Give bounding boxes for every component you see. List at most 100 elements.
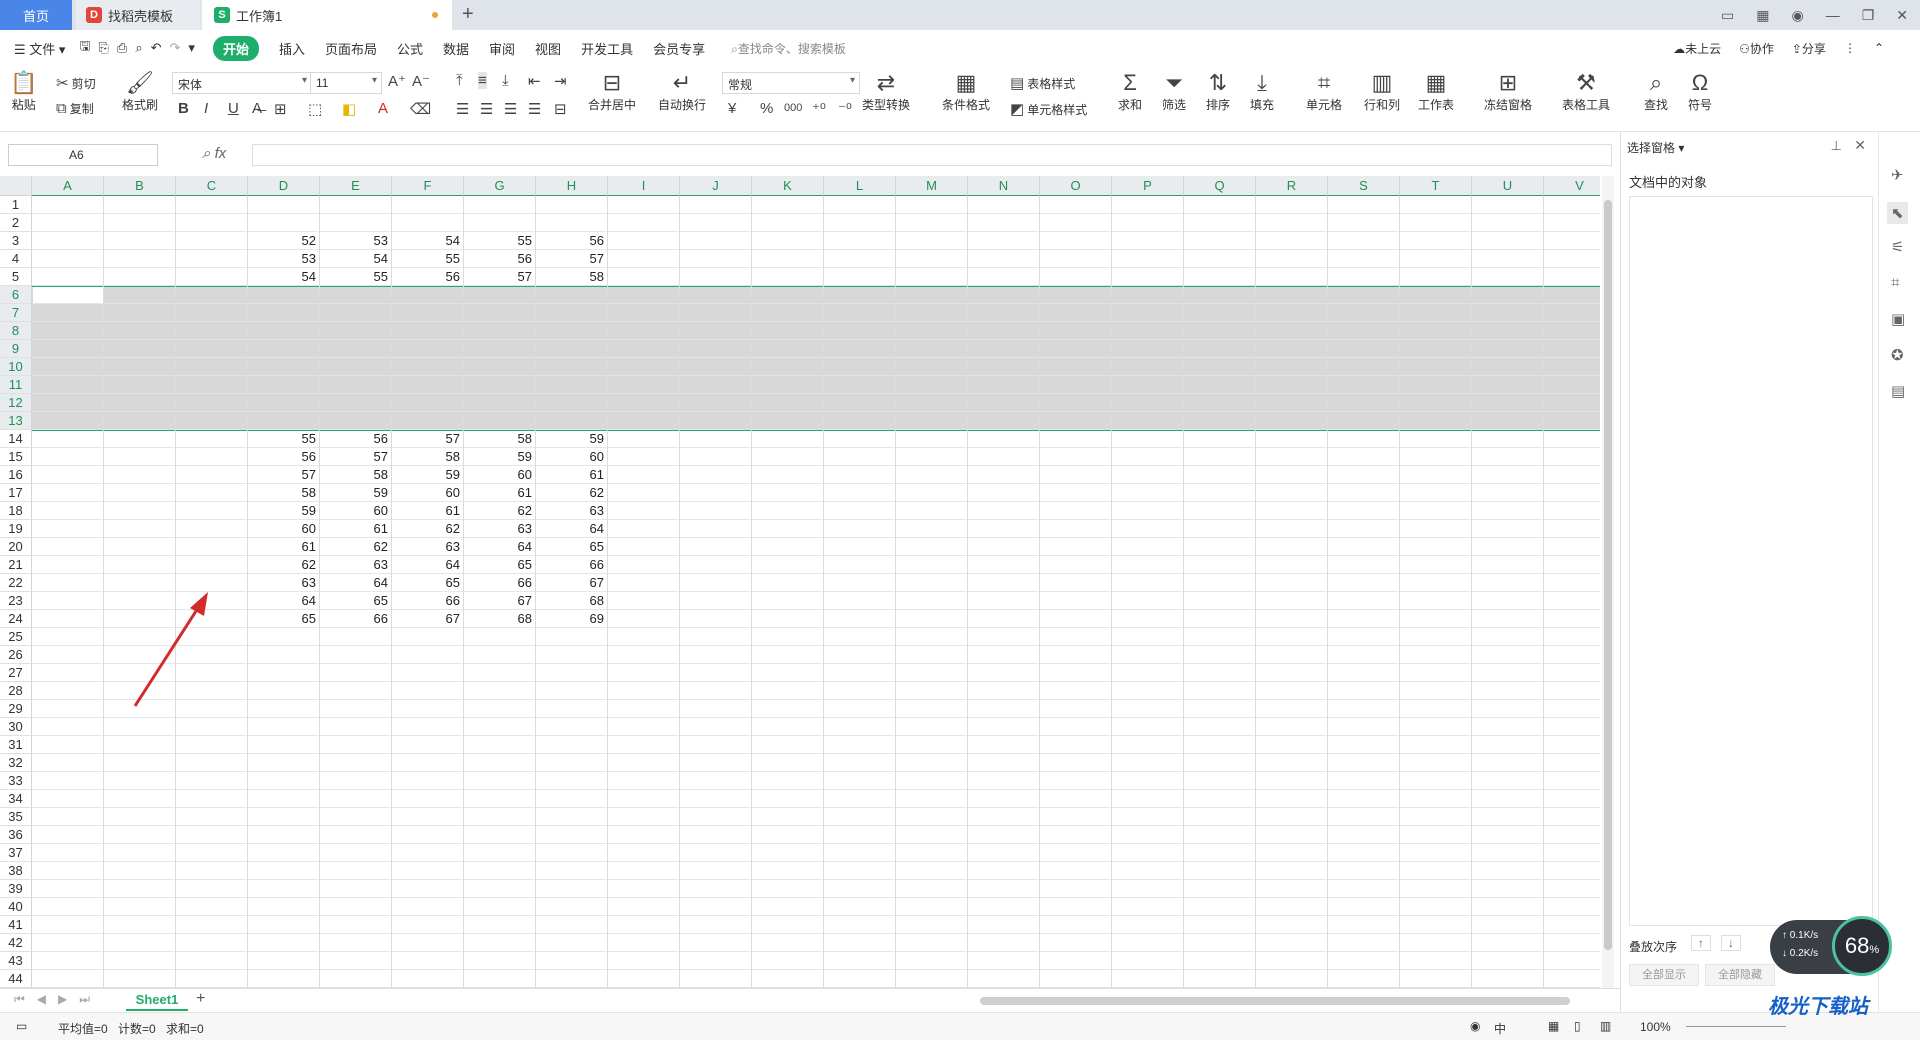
font-size-select[interactable]: 11	[310, 72, 382, 94]
eye-protect-icon[interactable]: ◉	[1470, 1019, 1480, 1033]
row-header-12[interactable]: 12	[0, 394, 32, 412]
image-icon[interactable]: ▣	[1891, 310, 1905, 328]
page-break-view-icon[interactable]: ▥	[1600, 1019, 1611, 1033]
formula-input[interactable]	[252, 144, 1612, 166]
column-header-U[interactable]: U	[1472, 176, 1544, 196]
column-header-M[interactable]: M	[896, 176, 968, 196]
zoom-formula-icon[interactable]: ⌕	[202, 145, 210, 162]
cell-G17[interactable]: 61	[464, 485, 532, 501]
row-header-16[interactable]: 16	[0, 466, 32, 484]
cell-E24[interactable]: 66	[320, 611, 388, 627]
find-button[interactable]: ⌕ 查找	[1644, 70, 1668, 113]
spreadsheet-grid[interactable]: A B C D E F G H I J K L M N O P Q R S T U V 1 2 3 4 5 6 7 8 9 10 11 12 13 1…	[0, 176, 1600, 988]
rows-cols-button[interactable]: ▥ 行和列	[1364, 70, 1400, 113]
cell-F17[interactable]: 60	[392, 485, 460, 501]
cell-G4[interactable]: 56	[464, 251, 532, 267]
cell-E20[interactable]: 62	[320, 539, 388, 555]
row-header-41[interactable]: 41	[0, 916, 32, 934]
cell-E23[interactable]: 65	[320, 593, 388, 609]
cell-E21[interactable]: 63	[320, 557, 388, 573]
cell-D3[interactable]: 52	[248, 233, 316, 249]
cell-F21[interactable]: 64	[392, 557, 460, 573]
select-all-corner[interactable]	[0, 176, 32, 196]
export-icon[interactable]: ⎘	[99, 40, 109, 56]
cell-H23[interactable]: 68	[536, 593, 604, 609]
decrease-font-icon[interactable]: A⁻	[412, 72, 430, 90]
menu-formulas[interactable]: 公式	[397, 39, 423, 58]
row-header-20[interactable]: 20	[0, 538, 32, 556]
copy-button[interactable]: ⧉ 复制	[56, 100, 94, 117]
preview-icon[interactable]: ⌕	[135, 40, 142, 56]
column-header-J[interactable]: J	[680, 176, 752, 196]
close-pane-icon[interactable]: ✕	[1854, 137, 1866, 154]
sheet-tab[interactable]: Sheet1	[126, 989, 188, 1011]
column-header-D[interactable]: D	[248, 176, 320, 196]
filter-button[interactable]: ⏷ 筛选	[1162, 70, 1186, 113]
row-header-7[interactable]: 7	[0, 304, 32, 322]
sort-button[interactable]: ⇅ 排序	[1206, 70, 1230, 113]
cell-F19[interactable]: 62	[392, 521, 460, 537]
row-header-32[interactable]: 32	[0, 754, 32, 772]
menu-review[interactable]: 审阅	[489, 39, 515, 58]
row-header-18[interactable]: 18	[0, 502, 32, 520]
menu-page-layout[interactable]: 页面布局	[325, 39, 377, 58]
align-left-icon[interactable]: ☰	[456, 100, 469, 118]
currency-icon[interactable]: ¥	[728, 100, 736, 117]
align-middle-icon[interactable]: ≡	[478, 72, 487, 89]
command-search[interactable]: ⌕查找命令、搜索模板	[731, 40, 846, 57]
cell-style-button[interactable]: ◩ 单元格样式	[1010, 100, 1087, 118]
sum-button[interactable]: Σ 求和	[1118, 70, 1142, 113]
row-header-4[interactable]: 4	[0, 250, 32, 268]
underline-icon[interactable]: U	[228, 100, 239, 117]
cell-E3[interactable]: 53	[320, 233, 388, 249]
cell-G24[interactable]: 68	[464, 611, 532, 627]
row-header-31[interactable]: 31	[0, 736, 32, 754]
hide-all-button[interactable]: 全部隐藏	[1705, 964, 1775, 986]
ime-indicator[interactable]: 中	[1494, 1020, 1506, 1037]
cell-G19[interactable]: 63	[464, 521, 532, 537]
row-header-36[interactable]: 36	[0, 826, 32, 844]
cloud-status[interactable]: ☁未上云	[1673, 40, 1721, 57]
cell-G18[interactable]: 62	[464, 503, 532, 519]
strikethrough-icon[interactable]: A̶	[252, 100, 262, 117]
selection-pane-title[interactable]: 选择窗格 ▾	[1627, 139, 1684, 156]
font-color-icon[interactable]: A	[378, 100, 388, 117]
italic-icon[interactable]: I	[204, 100, 208, 117]
row-header-17[interactable]: 17	[0, 484, 32, 502]
cell-F18[interactable]: 61	[392, 503, 460, 519]
column-header-I[interactable]: I	[608, 176, 680, 196]
symbol-button[interactable]: Ω 符号	[1688, 70, 1712, 113]
row-header-25[interactable]: 25	[0, 628, 32, 646]
cell-H20[interactable]: 65	[536, 539, 604, 555]
cell-H15[interactable]: 60	[536, 449, 604, 465]
thousands-icon[interactable]: 000	[784, 102, 802, 114]
quick-access-dropdown-icon[interactable]: ▾	[188, 40, 195, 56]
cell-F5[interactable]: 56	[392, 269, 460, 285]
cell-G21[interactable]: 65	[464, 557, 532, 573]
menu-insert[interactable]: 插入	[279, 39, 305, 58]
column-header-F[interactable]: F	[392, 176, 464, 196]
cell-F4[interactable]: 55	[392, 251, 460, 267]
row-header-29[interactable]: 29	[0, 700, 32, 718]
cell-F3[interactable]: 54	[392, 233, 460, 249]
cell-E16[interactable]: 58	[320, 467, 388, 483]
tab-home[interactable]: 首页	[0, 0, 72, 30]
row-header-35[interactable]: 35	[0, 808, 32, 826]
minimize-button[interactable]: —	[1826, 7, 1840, 23]
cell-G15[interactable]: 59	[464, 449, 532, 465]
cell-D14[interactable]: 55	[248, 431, 316, 447]
layout-icon[interactable]: ▭	[1721, 7, 1734, 24]
type-convert-button[interactable]: ⇄ 类型转换	[862, 70, 910, 113]
row-header-22[interactable]: 22	[0, 574, 32, 592]
add-sheet-button[interactable]: +	[196, 990, 205, 1008]
row-header-34[interactable]: 34	[0, 790, 32, 808]
border-icon[interactable]: ⊞	[274, 100, 287, 118]
fill-style-icon[interactable]: ⬚	[308, 100, 322, 118]
distribute-icon[interactable]: ⊟	[554, 100, 567, 118]
restore-button[interactable]: ❐	[1862, 7, 1875, 24]
compass-icon[interactable]: ✪	[1891, 346, 1904, 364]
zoom-level[interactable]: 100%	[1640, 1020, 1671, 1034]
row-header-5[interactable]: 5	[0, 268, 32, 286]
align-right-icon[interactable]: ☰	[504, 100, 517, 118]
column-header-P[interactable]: P	[1112, 176, 1184, 196]
